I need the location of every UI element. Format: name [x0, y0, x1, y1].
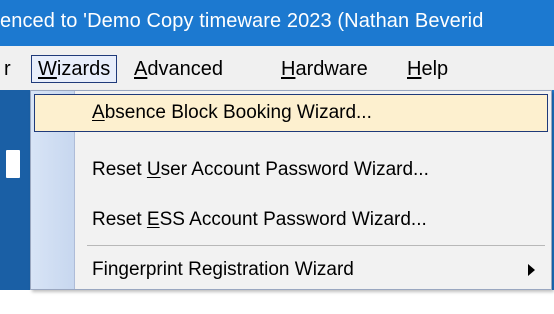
menu-item-label: Reset ESS Account Password Wizard...: [92, 209, 427, 230]
menu-wizards[interactable]: Wizards: [31, 55, 118, 83]
menu-advanced[interactable]: Advanced: [128, 55, 229, 83]
menu-item-label: Absence Block Booking Wizard...: [92, 102, 372, 123]
menu-wizards-mnemonic: W: [38, 58, 57, 80]
menu-bar: r Wizards Advanced Hardware Help: [0, 46, 554, 90]
wizards-dropdown-menu: Absence Block Booking Wizard... Reset Us…: [30, 90, 552, 290]
menu-item-label: Fingerprint Registration Wizard: [92, 259, 354, 280]
reset-ess-account-password-wizard-item[interactable]: Reset ESS Account Password Wizard...: [31, 201, 551, 241]
absence-block-booking-wizard-item[interactable]: Absence Block Booking Wizard...: [34, 94, 548, 132]
menu-item-partial[interactable]: r: [0, 55, 17, 83]
app-background-glyph: [6, 150, 20, 178]
menu-item-label: Reset User Account Password Wizard...: [92, 159, 429, 180]
window-title: enced to 'Demo Copy timeware 2023 (Natha…: [0, 10, 484, 32]
title-bar: enced to 'Demo Copy timeware 2023 (Natha…: [0, 0, 554, 46]
app-background-bottom: [0, 290, 554, 314]
menu-hardware[interactable]: Hardware: [275, 55, 374, 83]
menu-help[interactable]: Help: [401, 55, 454, 83]
menu-separator: [87, 245, 545, 246]
menu-wizards-label: izards: [56, 58, 111, 80]
app-background-panel: [0, 90, 30, 314]
chevron-right-icon: [528, 264, 535, 276]
reset-user-account-password-wizard-item[interactable]: Reset User Account Password Wizard...: [31, 151, 551, 191]
fingerprint-registration-wizard-item[interactable]: Fingerprint Registration Wizard: [31, 251, 551, 291]
